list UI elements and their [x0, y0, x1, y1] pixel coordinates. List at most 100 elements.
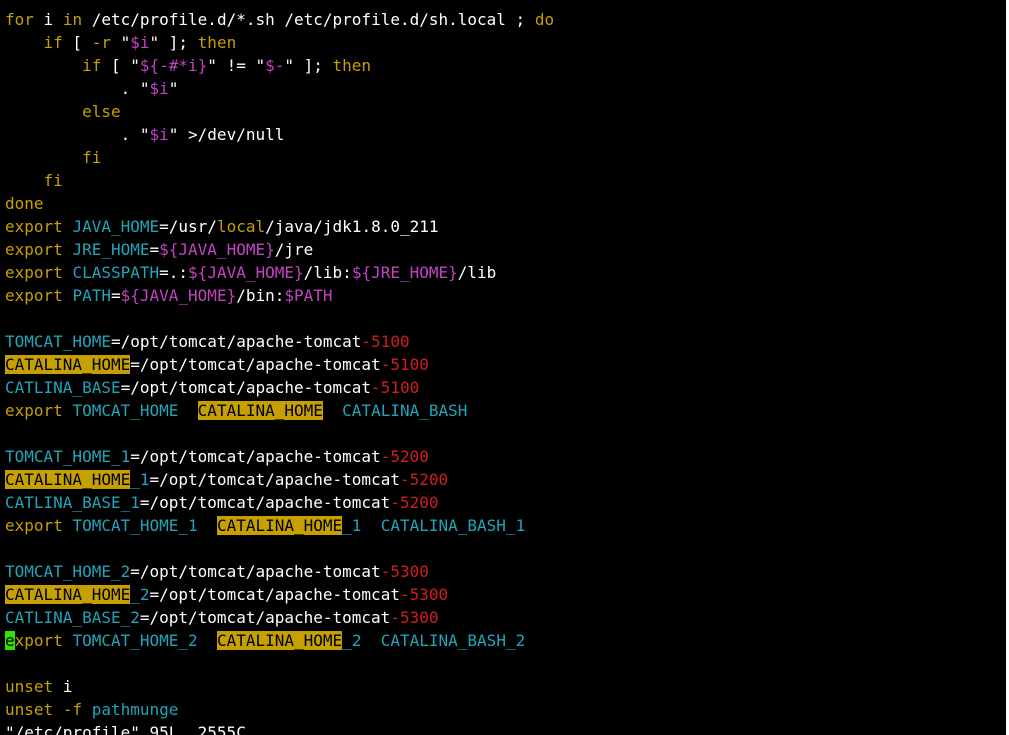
code-token: TOMCAT_HOME_1 — [5, 447, 131, 466]
editor-line[interactable]: TOMCAT_HOME=/opt/tomcat/apache-tomcat-51… — [5, 330, 554, 353]
editor-line[interactable]: if [ -r "$i" ]; then — [5, 31, 554, 54]
editor-line[interactable] — [5, 422, 554, 445]
editor-line[interactable]: export TOMCAT_HOME_2 CATALINA_HOME_2 CAT… — [5, 629, 554, 652]
editor-line[interactable]: export PATH=${JAVA_HOME}/bin:$PATH — [5, 284, 554, 307]
editor-line[interactable]: TOMCAT_HOME_1=/opt/tomcat/apache-tomcat-… — [5, 445, 554, 468]
editor-line[interactable] — [5, 307, 554, 330]
code-token: xport — [14, 631, 63, 650]
code-token: -5100 — [361, 332, 410, 351]
code-token: export — [5, 286, 63, 305]
code-token: if — [43, 33, 63, 52]
code-token: -r — [91, 33, 111, 52]
code-token: /bin: — [236, 286, 285, 305]
search-match: CATALINA_HOME — [5, 585, 131, 604]
code-token: else — [82, 102, 121, 121]
text-cursor: e — [5, 631, 15, 650]
code-token: [ " — [101, 56, 140, 75]
editor-line[interactable]: unset -f pathmunge — [5, 698, 554, 721]
editor-line[interactable]: TOMCAT_HOME_2=/opt/tomcat/apache-tomcat-… — [5, 560, 554, 583]
code-token: -5200 — [380, 447, 429, 466]
editor-line[interactable]: CATALINA_HOME_1=/opt/tomcat/apache-tomca… — [5, 468, 554, 491]
editor-line[interactable]: export CLASSPATH=.:${JAVA_HOME}/lib:${JR… — [5, 261, 554, 284]
code-token: $i — [149, 79, 169, 98]
editor-line[interactable]: CATLINA_BASE=/opt/tomcat/apache-tomcat-5… — [5, 376, 554, 399]
editor-line[interactable] — [5, 652, 554, 675]
terminal-window[interactable]: for i in /etc/profile.d/*.sh /etc/profil… — [0, 0, 1009, 735]
editor-line[interactable]: . "$i" >/dev/null — [5, 123, 554, 146]
editor-line[interactable]: export TOMCAT_HOME_1 CATALINA_HOME_1 CAT… — [5, 514, 554, 537]
code-token: TOMCAT_HOME_2 — [5, 562, 131, 581]
editor-line[interactable]: . "$i" — [5, 77, 554, 100]
status-line: "/etc/profile" 95L, 2555C — [5, 723, 246, 735]
code-token: " >/dev/null — [168, 125, 285, 144]
code-token: CATLINA_BASE_1 — [5, 493, 140, 512]
code-token: =/usr/ — [159, 217, 217, 236]
code-token: =/opt/tomcat/apache-tomcat — [139, 493, 391, 512]
code-token: /lib: — [303, 263, 352, 282]
editor-line[interactable]: export JRE_HOME=${JAVA_HOME}/jre — [5, 238, 554, 261]
editor-line[interactable]: CATALINA_HOME=/opt/tomcat/apache-tomcat-… — [5, 353, 554, 376]
code-token: $- — [265, 56, 285, 75]
editor-line[interactable]: fi — [5, 146, 554, 169]
code-token: _1 — [130, 470, 150, 489]
code-token: CLASSPATH — [72, 263, 160, 282]
search-match: CATALINA_HOME — [216, 631, 343, 650]
code-token: _2 — [342, 631, 362, 650]
search-match: CATALINA_HOME — [197, 401, 323, 420]
search-match: CATALINA_HOME — [5, 355, 131, 374]
editor-line[interactable]: fi — [5, 169, 554, 192]
code-token: JAVA_HOME — [72, 217, 160, 236]
editor-line[interactable]: export TOMCAT_HOME CATALINA_HOME CATALIN… — [5, 399, 554, 422]
code-token: =/opt/tomcat/apache-tomcat — [130, 562, 381, 581]
editor-line[interactable]: for i in /etc/profile.d/*.sh /etc/profil… — [5, 8, 554, 31]
editor-line[interactable]: unset i — [5, 675, 554, 698]
editor-line[interactable]: else — [5, 100, 554, 123]
editor-buffer[interactable]: for i in /etc/profile.d/*.sh /etc/profil… — [5, 8, 554, 735]
code-token: _2 — [130, 585, 150, 604]
code-token: . " — [5, 79, 150, 98]
code-token: if — [82, 56, 102, 75]
editor-line[interactable]: CATLINA_BASE_1=/opt/tomcat/apache-tomcat… — [5, 491, 554, 514]
editor-line[interactable]: CATLINA_BASE_2=/opt/tomcat/apache-tomcat… — [5, 606, 554, 629]
code-token: i — [53, 677, 73, 696]
editor-line[interactable]: done — [5, 192, 554, 215]
editor-line[interactable] — [5, 537, 554, 560]
code-token: done — [5, 194, 44, 213]
editor-line[interactable]: if [ "${-#*i}" != "$-" ]; then — [5, 54, 554, 77]
code-token: =/opt/tomcat/apache-tomcat — [120, 378, 372, 397]
search-match: CATALINA_HOME — [5, 470, 131, 489]
code-token: /etc/profile.d/*.sh /etc/profile.d/sh.lo… — [82, 10, 535, 29]
code-token: JRE_HOME — [72, 240, 150, 259]
code-token: /jre — [274, 240, 314, 259]
editor-line[interactable]: CATALINA_HOME_2=/opt/tomcat/apache-tomca… — [5, 583, 554, 606]
code-token: unset — [5, 700, 54, 719]
editor-line[interactable]: export JAVA_HOME=/usr/local/java/jdk1.8.… — [5, 215, 554, 238]
code-token: -f — [62, 700, 83, 719]
code-token: /java/jdk1.8.0_211 — [265, 217, 439, 236]
code-token: local — [216, 217, 266, 236]
code-token: unset — [5, 677, 54, 696]
code-token: then — [332, 56, 372, 75]
code-token: -5300 — [380, 562, 429, 581]
code-token: TOMCAT_HOME — [5, 332, 111, 351]
code-token: CATALINA_BASH — [342, 401, 468, 420]
code-token: ${JAVA_HOME} — [188, 263, 304, 282]
code-token: in — [62, 10, 83, 29]
code-token: export — [5, 263, 63, 282]
code-token: fi — [82, 148, 102, 167]
code-token: export — [5, 217, 63, 236]
